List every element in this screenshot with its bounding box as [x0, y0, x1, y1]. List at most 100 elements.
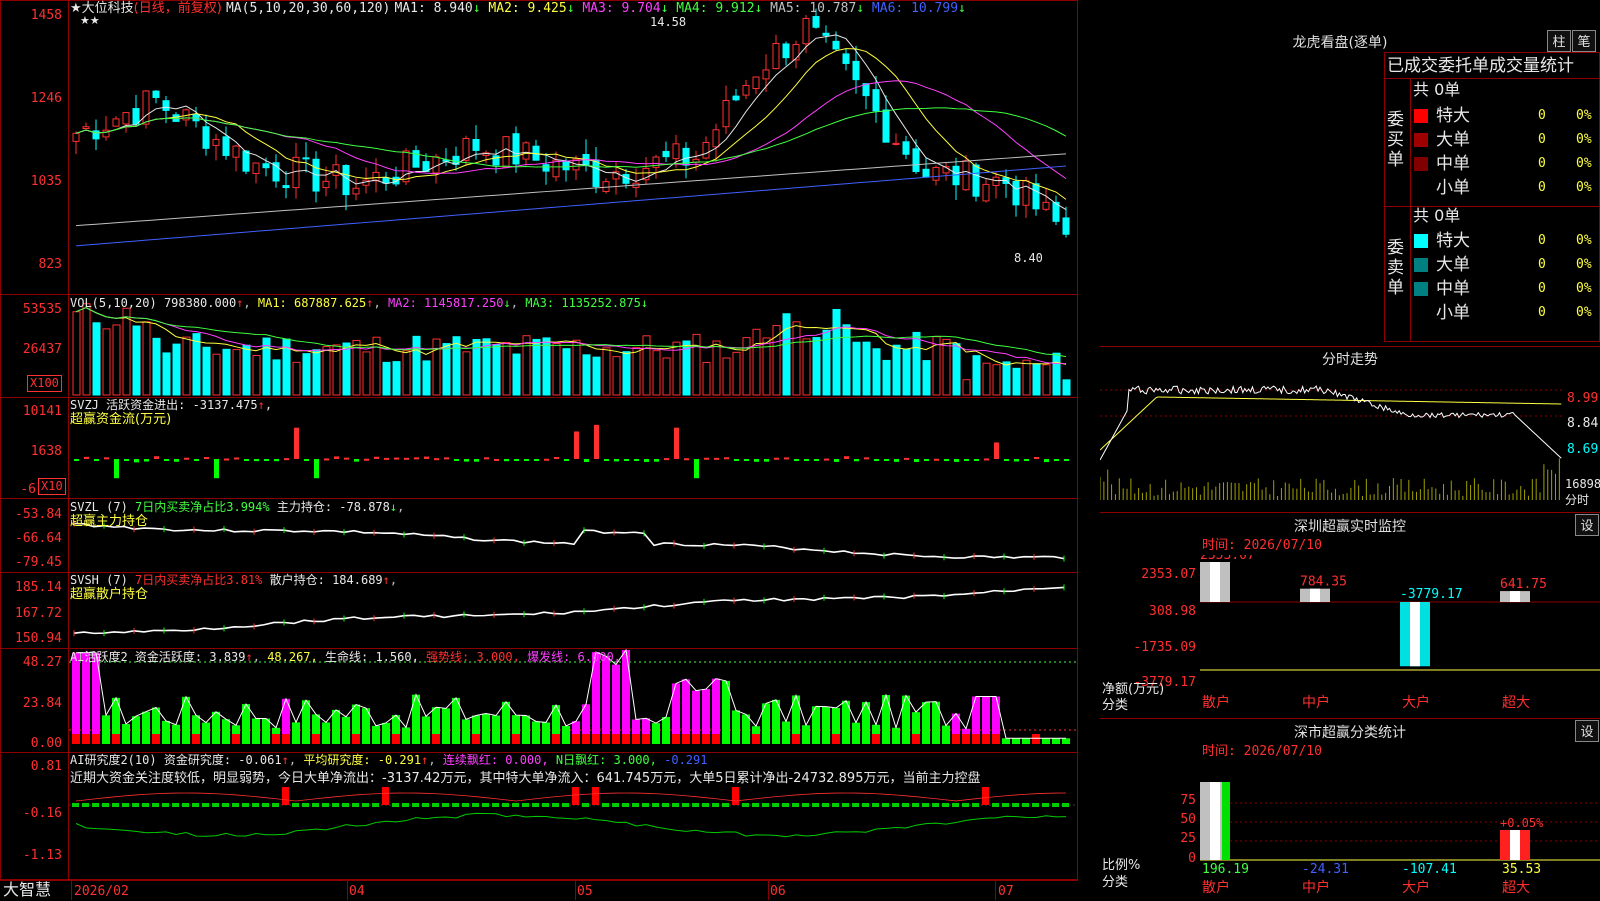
ai1-value2: 48.267,	[267, 650, 318, 664]
activity-base	[472, 734, 480, 744]
bar-mode-button[interactable]: 柱	[1547, 30, 1571, 52]
flow-bar	[384, 457, 389, 460]
monitor-settings-button[interactable]: 设	[1575, 514, 1599, 536]
classify-time: 时间: 2026/07/10	[1202, 744, 1322, 759]
volume-bar	[1042, 364, 1051, 396]
vol-unit-button[interactable]: X100	[27, 375, 62, 392]
volume-bar	[552, 342, 561, 396]
research-bar	[292, 803, 299, 807]
classify-category: 超大	[1502, 880, 1530, 896]
flow-bar	[324, 458, 329, 461]
volume-bar	[392, 361, 401, 396]
flow-bar	[1004, 459, 1009, 461]
flow-bar	[974, 459, 979, 461]
activity-bar	[662, 717, 670, 744]
activity-bar	[322, 722, 330, 744]
order-percent: 0%	[1576, 233, 1592, 248]
research-bar	[642, 803, 649, 807]
monitor-bar-label: 784.35	[1300, 575, 1347, 590]
volume-bar	[1032, 363, 1041, 396]
volume-bar	[162, 352, 171, 396]
flow-bar	[394, 457, 399, 460]
flow-bar	[514, 459, 519, 461]
research-bar	[732, 787, 739, 805]
research-bar	[552, 803, 559, 807]
research-bar	[782, 803, 789, 807]
candle-body	[992, 176, 1000, 186]
activity-bar	[822, 706, 830, 744]
ai2-ytick-1: 0.81	[30, 759, 62, 774]
volume-bar	[792, 321, 801, 396]
vol-ytick-1: 53535	[22, 302, 62, 317]
high-price-label: 14.58	[650, 15, 687, 29]
tick-mode-button[interactable]: 笔	[1572, 30, 1596, 52]
candle-body	[102, 129, 110, 138]
activity-bar	[462, 719, 470, 744]
vol-title: VOL(5,10,20)	[70, 296, 157, 310]
research-bar	[1012, 803, 1019, 807]
candle-body	[872, 89, 880, 112]
research-bar	[522, 803, 529, 807]
flow-bar	[924, 459, 929, 461]
research-bar	[772, 803, 779, 807]
price-ytick-4: 823	[38, 257, 62, 272]
order-type-label: 小单	[1436, 303, 1470, 323]
candle-body	[542, 164, 550, 172]
research-bar	[632, 803, 639, 807]
activity-bar	[782, 721, 790, 744]
flow-bar	[1014, 459, 1019, 462]
research-bar	[182, 803, 189, 807]
intra-ytick-3: 8.69	[1567, 442, 1599, 457]
research-bar	[722, 803, 729, 807]
flow-bar	[804, 459, 809, 461]
svzj-unit-button[interactable]: X10	[38, 478, 66, 495]
activity-base	[692, 734, 700, 744]
ma-value-6: MA6: 10.799	[864, 1, 959, 16]
activity-base	[992, 734, 1000, 744]
research-bar	[262, 803, 269, 807]
candle-body	[742, 84, 750, 96]
flow-bar	[624, 459, 629, 461]
research-bar	[392, 803, 399, 807]
research-bar	[672, 803, 679, 807]
research-green-line	[75, 812, 1067, 838]
svzj-ytick-2: 1638	[30, 444, 62, 459]
activity-bar	[1002, 738, 1010, 744]
volume-bar	[812, 337, 821, 396]
candle-body	[752, 76, 760, 90]
flow-bar	[364, 458, 369, 461]
volume-bar	[522, 335, 531, 396]
flow-bar	[414, 457, 419, 460]
activity-base	[352, 734, 360, 744]
activity-bar	[532, 721, 540, 744]
flow-bar	[504, 459, 509, 462]
research-bar	[902, 803, 909, 807]
candle-body	[522, 142, 530, 160]
svzj-title: SVZJ 活跃资金进出: -3137.475	[70, 398, 258, 412]
research-bar	[892, 803, 899, 807]
volume-bar	[742, 337, 751, 396]
candlestick-chart[interactable]	[69, 0, 1077, 294]
intraday-chart[interactable]	[1100, 370, 1565, 510]
holding-line	[73, 586, 1065, 635]
volume-bar	[622, 351, 631, 396]
volume-bar	[612, 356, 621, 396]
activity-bar	[422, 716, 430, 744]
activity-bar	[252, 718, 260, 744]
activity-bar	[202, 722, 210, 744]
volume-bar	[1052, 352, 1061, 396]
classify-settings-button[interactable]: 设	[1575, 720, 1599, 742]
intraday-title: 分时走势	[1322, 352, 1378, 368]
svzl-ytick-2: -66.64	[15, 531, 62, 546]
research-bars	[69, 787, 1077, 838]
research-bar	[792, 803, 799, 807]
classify-value: 196.19	[1202, 862, 1249, 877]
flow-bar	[1064, 459, 1069, 461]
candle-body	[82, 126, 90, 130]
volume-bar	[722, 357, 731, 396]
flow-bar	[884, 459, 889, 461]
research-bar	[802, 803, 809, 807]
activity-base	[612, 734, 620, 744]
activity-base	[592, 734, 600, 744]
research-bar	[1032, 803, 1039, 807]
